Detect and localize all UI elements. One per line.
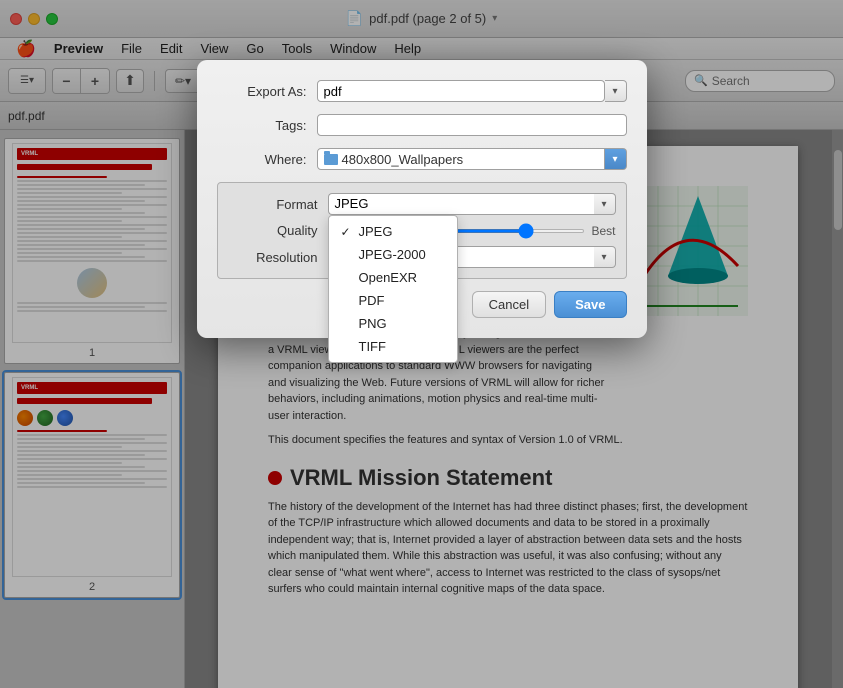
export-as-container: ▾: [317, 80, 627, 102]
tags-row: Tags:: [217, 114, 627, 136]
where-row: Where: 480x800_Wallpapers ▾: [217, 148, 627, 170]
tags-input[interactable]: [317, 114, 627, 136]
resolution-label: Resolution: [228, 250, 318, 265]
format-option-openexr[interactable]: OpenEXR: [329, 266, 457, 289]
export-as-input[interactable]: [317, 80, 605, 102]
format-option-jpeg[interactable]: JPEG: [329, 220, 457, 243]
format-option-tiff[interactable]: TIFF: [329, 335, 457, 358]
export-as-label: Export As:: [217, 84, 307, 99]
format-dropdown-button[interactable]: ▾: [594, 193, 616, 215]
export-as-dropdown-button[interactable]: ▾: [605, 80, 627, 102]
format-label: Format: [228, 197, 318, 212]
where-value: 480x800_Wallpapers: [342, 152, 464, 167]
where-dropdown-button[interactable]: ▾: [605, 148, 627, 170]
save-button[interactable]: Save: [554, 291, 626, 318]
format-select-container: JPEG ▾ JPEG JPEG-2000 OpenEXR PDF PNG TI…: [328, 193, 616, 215]
where-label: Where:: [217, 152, 307, 167]
folder-icon: [324, 154, 338, 165]
format-option-pdf[interactable]: PDF: [329, 289, 457, 312]
where-container: 480x800_Wallpapers: [317, 148, 605, 170]
format-option-png[interactable]: PNG: [329, 312, 457, 335]
format-option-jpeg2000[interactable]: JPEG-2000: [329, 243, 457, 266]
format-dropdown-menu: JPEG JPEG-2000 OpenEXR PDF PNG TIFF: [328, 215, 458, 363]
format-row: Format JPEG ▾ JPEG JPEG-2000 OpenEXR PDF…: [228, 193, 616, 215]
resolution-dropdown-button[interactable]: ▾: [594, 246, 616, 268]
quality-label: Quality: [228, 223, 318, 238]
format-current-value[interactable]: JPEG: [328, 193, 594, 215]
cancel-button[interactable]: Cancel: [472, 291, 546, 318]
quality-high-label: Best: [591, 224, 615, 238]
export-as-row: Export As: ▾: [217, 80, 627, 102]
dialog-overlay: Export As: ▾ Tags: Where: 480x800_Wallpa…: [0, 0, 843, 688]
tags-label: Tags:: [217, 118, 307, 133]
format-quality-area: Format JPEG ▾ JPEG JPEG-2000 OpenEXR PDF…: [217, 182, 627, 279]
export-dialog: Export As: ▾ Tags: Where: 480x800_Wallpa…: [197, 60, 647, 338]
